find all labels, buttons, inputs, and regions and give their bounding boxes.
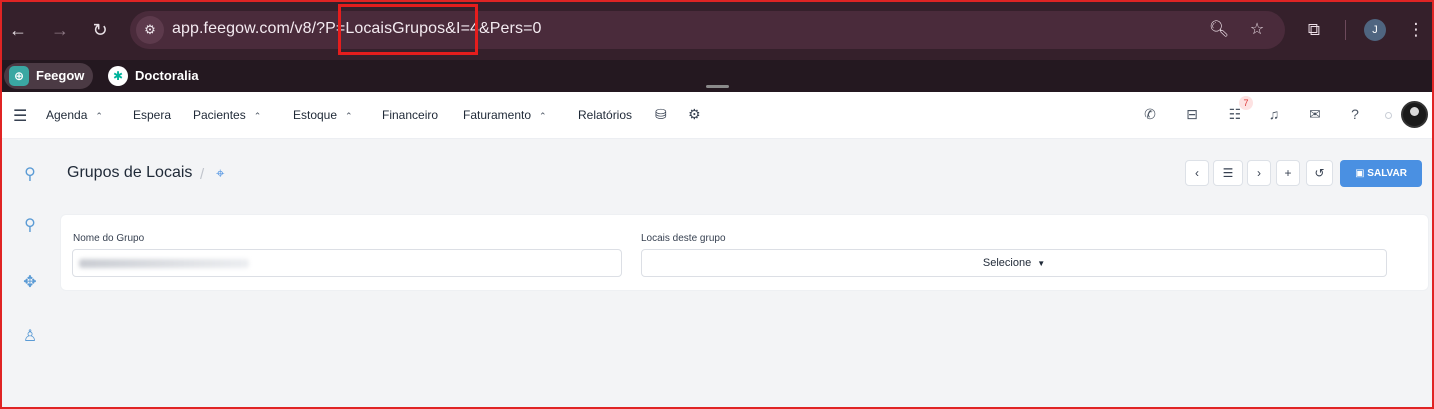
breadcrumb-separator: /: [200, 166, 205, 183]
chevron-left-icon: ‹: [1195, 166, 1199, 180]
add-button[interactable]: +: [1276, 160, 1300, 186]
hamburger-menu-icon[interactable]: ☰: [13, 106, 27, 126]
blurred-value: [79, 259, 249, 268]
doctoralia-logo-icon: ✱: [108, 66, 128, 86]
drag-handle[interactable]: [706, 85, 729, 88]
previous-button[interactable]: ‹: [1185, 160, 1209, 186]
save-icon: ▣: [1355, 168, 1368, 179]
nav-label: Faturamento: [463, 108, 532, 122]
location-pin-icon[interactable]: ⚲: [20, 215, 40, 235]
list-button[interactable]: ☰: [1213, 160, 1243, 186]
site-settings-icon[interactable]: ⚙: [136, 16, 164, 44]
plus-icon: +: [1284, 166, 1292, 180]
nav-item-faturamento[interactable]: Faturamento ⌃: [463, 108, 547, 122]
nav-item-estoque[interactable]: Estoque ⌃: [293, 108, 353, 122]
extensions-icon[interactable]: ⧉: [1302, 18, 1326, 42]
bookmark-star-icon[interactable]: ☆: [1246, 19, 1268, 41]
nav-label: Agenda: [46, 108, 88, 122]
locations-select[interactable]: Selecione ▼: [641, 249, 1387, 277]
toolbar-divider: [1345, 20, 1346, 40]
nav-label: Pacientes: [193, 108, 246, 122]
chevron-right-icon: ›: [1257, 166, 1261, 180]
address-bar[interactable]: ⚙ app.feegow.com/v8/?P=LocaisGrupos&I=4&…: [130, 11, 1285, 49]
url-text[interactable]: app.feegow.com/v8/?P=LocaisGrupos&I=4&Pe…: [172, 20, 542, 38]
bell-icon[interactable]: ♫: [1265, 106, 1283, 122]
next-button[interactable]: ›: [1247, 160, 1271, 186]
chevron-updown-icon: ⌃: [95, 111, 103, 121]
url-highlighted-part: LocaisGrupos&I=4: [345, 20, 480, 37]
user-avatar[interactable]: [1401, 101, 1428, 128]
url-suffix: &Pers=0: [479, 20, 542, 37]
profile-avatar[interactable]: J: [1364, 19, 1386, 41]
save-label: SALVAR: [1367, 168, 1407, 179]
group-name-label: Nome do Grupo: [73, 233, 145, 244]
target-icon[interactable]: ⌖: [216, 165, 224, 182]
browser-toolbar: ← → ↻ ⚙ app.feegow.com/v8/?P=LocaisGrupo…: [0, 0, 1434, 60]
chevron-updown-icon: ⌃: [345, 111, 353, 121]
group-name-input[interactable]: [72, 249, 622, 277]
select-placeholder-text: Selecione: [982, 257, 1032, 269]
nav-label: Estoque: [293, 108, 338, 122]
database-icon[interactable]: ⛁: [655, 106, 667, 123]
browser-menu-icon[interactable]: ⋮: [1404, 18, 1428, 42]
bookmark-doctoralia[interactable]: ✱ Doctoralia: [103, 63, 208, 89]
nav-item-pacientes[interactable]: Pacientes ⌃: [193, 108, 261, 122]
page-title: Grupos de Locais: [67, 164, 193, 181]
inbox-icon[interactable]: ⊟: [1183, 106, 1201, 123]
crosshair-icon[interactable]: ✥: [20, 272, 40, 292]
nav-label: Financeiro: [382, 108, 439, 122]
forward-arrow-icon[interactable]: →: [48, 18, 72, 42]
group-form-card: Nome do Grupo Locais deste grupo Selecio…: [60, 214, 1429, 291]
map-marker-icon[interactable]: ♙: [20, 326, 40, 346]
help-icon[interactable]: ?: [1346, 106, 1364, 122]
history-icon: ↺: [1314, 166, 1325, 180]
locations-label: Locais deste grupo: [641, 233, 726, 244]
zoom-icon[interactable]: 🔍︎: [1208, 19, 1230, 41]
reload-icon[interactable]: ↻: [88, 18, 112, 42]
bookmark-label: Doctoralia: [135, 68, 199, 83]
chat-icon[interactable]: ✉: [1306, 106, 1324, 123]
back-arrow-icon[interactable]: ←: [6, 18, 30, 42]
location-pin-icon[interactable]: ⚲: [20, 164, 40, 184]
history-button[interactable]: ↺: [1306, 160, 1333, 186]
nav-item-agenda[interactable]: Agenda ⌃: [46, 108, 103, 122]
caret-down-icon: ▼: [1037, 259, 1046, 268]
bookmark-feegow[interactable]: ⊕ Feegow: [4, 63, 94, 89]
save-button[interactable]: ▣ SALVAR: [1340, 160, 1422, 187]
bookmark-label: Feegow: [36, 68, 85, 83]
chevron-updown-icon: ⌃: [539, 111, 547, 121]
phone-icon[interactable]: ✆: [1141, 106, 1159, 123]
settings-gear-icon[interactable]: ⚙: [688, 106, 701, 123]
nav-item-financeiro[interactable]: Financeiro: [382, 108, 438, 122]
select-placeholder: Selecione ▼: [642, 257, 1386, 269]
nav-item-relatorios[interactable]: Relatórios: [578, 108, 632, 122]
status-dot: [1385, 112, 1392, 119]
bookmarks-bar: ⊕ Feegow ✱ Doctoralia: [0, 60, 1434, 92]
url-prefix: app.feegow.com/v8/?P=: [172, 20, 346, 37]
list-icon: ☰: [1222, 166, 1234, 180]
chevron-updown-icon: ⌃: [253, 111, 262, 121]
nav-label: Relatórios: [578, 108, 633, 122]
nav-item-espera[interactable]: Espera: [133, 108, 171, 122]
notification-badge: 7: [1239, 96, 1253, 110]
app-top-nav: ☰ Agenda ⌃ Espera Pacientes ⌃ Estoque ⌃ Fin…: [2, 92, 1432, 139]
nav-label: Espera: [133, 108, 172, 122]
feegow-logo-icon: ⊕: [9, 66, 29, 86]
